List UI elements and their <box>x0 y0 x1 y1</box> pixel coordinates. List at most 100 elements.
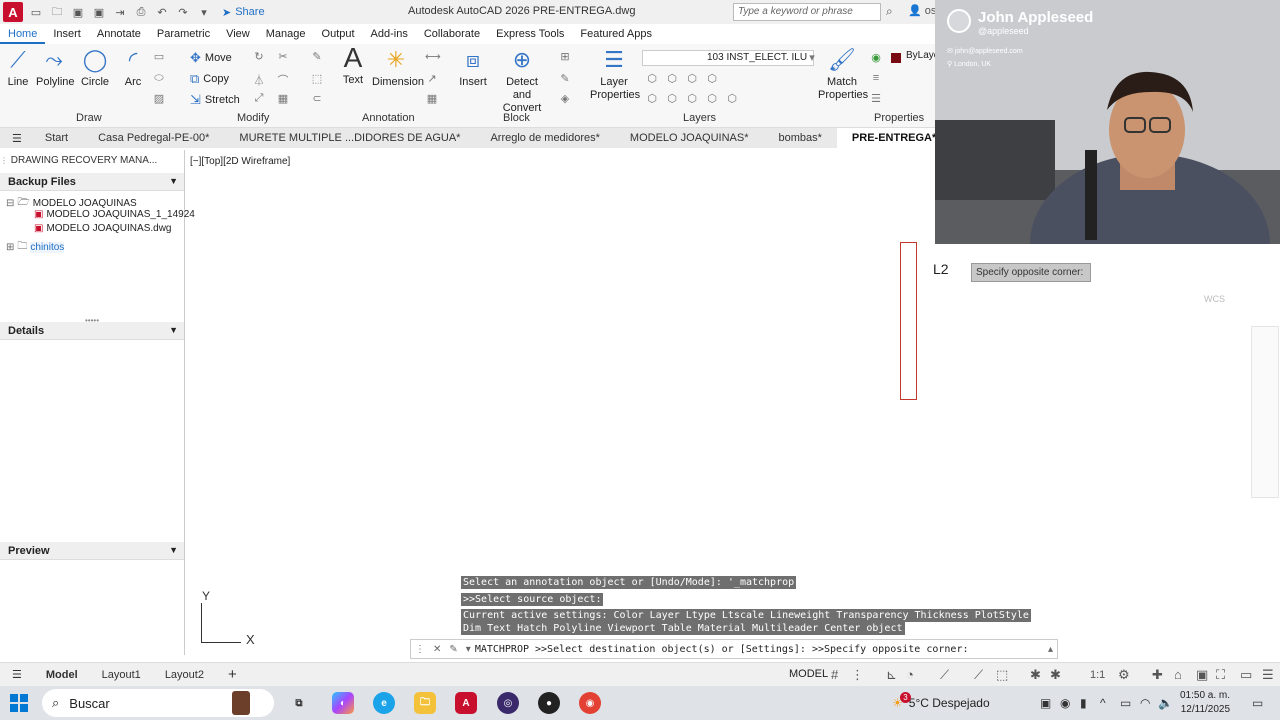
new-file-icon[interactable]: ▭ <box>28 5 44 19</box>
file-explorer-icon[interactable]: 🗀 <box>414 692 436 714</box>
tray-app-icon[interactable]: ▣ <box>1040 696 1051 710</box>
tab-add-ins[interactable]: Add-ins <box>363 26 416 44</box>
explode-icon[interactable]: ⬚ <box>310 72 324 86</box>
ortho-icon[interactable]: ⊾ <box>886 667 897 683</box>
annotation-group-label[interactable]: Annotation <box>362 112 415 124</box>
linear-dim-icon[interactable]: ⟷ <box>425 50 441 64</box>
fullscreen-icon[interactable]: ▭ <box>1240 667 1252 683</box>
offset-icon[interactable]: ⊂ <box>310 92 324 106</box>
ellipse-icon[interactable]: ⬭ <box>152 72 166 86</box>
add-icon[interactable]: ✚ <box>1152 667 1163 683</box>
windows-start-icon[interactable] <box>10 694 28 712</box>
polyline-tool[interactable]: ⤳ Polyline <box>36 48 75 89</box>
block-group-label[interactable]: Block <box>503 112 530 124</box>
tray-app-icon[interactable]: ▮ <box>1080 696 1087 710</box>
tab-collaborate[interactable]: Collaborate <box>416 26 488 44</box>
rotate-icon[interactable]: ↻ <box>252 50 266 64</box>
scale-icon[interactable]: ⤢ <box>252 92 266 106</box>
tab-insert[interactable]: Insert <box>45 26 89 44</box>
object-snap-tracking-icon[interactable]: ⟋ <box>974 667 983 683</box>
detect-convert-tool[interactable]: ⊕ Detect and Convert <box>496 48 548 115</box>
layer-tool-3-icon[interactable]: ⬡ <box>685 72 699 86</box>
isolate-objects-icon[interactable]: ⌂ <box>1174 667 1182 682</box>
tab-layout1[interactable]: Layout1 <box>90 669 153 681</box>
model-space-button[interactable]: MODEL <box>789 668 828 680</box>
tab-murete-multiple[interactable]: MURETE MULTIPLE ...DIDORES DE AGUA* <box>224 132 475 144</box>
save-as-icon[interactable]: ▣ <box>91 5 107 19</box>
snap-icon[interactable]: ⋮ <box>851 667 864 683</box>
command-grip-icon[interactable]: ⋮ <box>411 644 429 655</box>
battery-icon[interactable]: ▭ <box>1120 696 1131 710</box>
fillet-icon[interactable]: ⌒ <box>276 72 290 87</box>
layers-group-label[interactable]: Layers <box>683 112 716 124</box>
autocad-taskbar-icon[interactable]: A <box>455 692 477 714</box>
annotation-visibility-icon[interactable]: ✱ <box>1030 667 1041 683</box>
open-file-icon[interactable]: 🗀 <box>49 5 65 19</box>
copilot-icon[interactable]: ◐ <box>332 692 354 714</box>
command-prompt[interactable]: MATCHPROP >>Select destination object(s)… <box>475 644 969 655</box>
history-toggle-icon[interactable]: ▴ <box>1044 644 1057 655</box>
autocad-logo-icon[interactable]: A <box>3 2 23 22</box>
chrome-icon[interactable]: ◉ <box>579 692 601 714</box>
layer-tool-2-icon[interactable]: ⬡ <box>665 72 679 86</box>
annotation-scale[interactable]: 1:1 <box>1090 669 1105 681</box>
task-view-icon[interactable]: ⧉ <box>288 692 310 714</box>
auto-scale-icon[interactable]: ✱ <box>1050 667 1061 683</box>
tab-layout2[interactable]: Layout2 <box>153 669 216 681</box>
arc-tool[interactable]: ◜ Arc <box>122 48 144 89</box>
share-button[interactable]: ➤ Share <box>222 6 265 19</box>
object-snap-icon[interactable]: ⬚ <box>996 667 1008 683</box>
layer-dropdown-chevron-icon[interactable]: ▾ <box>805 51 819 65</box>
tree-item-dwg-file[interactable]: ▣ MODELO JOAQUINAS.dwg <box>34 223 171 234</box>
expand-icon[interactable]: ⊞ <box>6 242 14 253</box>
notifications-icon[interactable]: ▭ <box>1252 696 1263 710</box>
chevron-down-icon[interactable]: ▼ <box>169 325 178 335</box>
tab-view[interactable]: View <box>218 26 258 44</box>
clean-screen-icon[interactable]: ⛶ <box>1216 667 1225 683</box>
settings-gear-icon[interactable]: ⚙ <box>1118 667 1130 683</box>
drawing-text-l2[interactable]: L2 <box>933 261 949 277</box>
polar-icon[interactable]: ◔ <box>906 667 914 682</box>
search-input[interactable]: Type a keyword or phrase <box>733 3 881 21</box>
taskbar-search[interactable]: ⌕ Buscar <box>42 689 274 717</box>
command-line[interactable]: ⋮ ✕ ✎ ▾ MATCHPROP >>Select destination o… <box>410 639 1058 659</box>
close-icon[interactable]: ✕ <box>429 644 445 655</box>
layer-tool-9-icon[interactable]: ⬡ <box>725 92 739 106</box>
redo-icon[interactable]: ↷ <box>175 5 191 19</box>
linetype-icon[interactable]: ☰ <box>869 92 883 106</box>
layer-tool-7-icon[interactable]: ⬡ <box>685 92 699 106</box>
mirror-icon[interactable]: ⏃ <box>252 72 266 87</box>
layer-tool-5-icon[interactable]: ⬡ <box>645 92 659 106</box>
tab-arreglo-medidores[interactable]: Arreglo de medidores* <box>475 132 614 144</box>
hardware-accel-icon[interactable]: ▣ <box>1196 667 1208 683</box>
volume-icon[interactable]: 🔈 <box>1158 696 1173 710</box>
system-clock[interactable]: 01:50 a. m. 12/11/2025 <box>1180 689 1230 717</box>
circle-tool[interactable]: ◯ Circle <box>80 48 110 89</box>
draw-group-label[interactable]: Draw <box>76 112 102 124</box>
tab-manage[interactable]: Manage <box>258 26 314 44</box>
recent-commands-icon[interactable]: ▾ <box>462 644 475 655</box>
layer-tool-6-icon[interactable]: ⬡ <box>665 92 679 106</box>
wifi-icon[interactable]: ◠ <box>1140 696 1150 710</box>
save-icon[interactable]: ▣ <box>70 5 86 19</box>
tab-casa-pedregal[interactable]: Casa Pedregal-PE-00* <box>83 132 224 144</box>
create-block-icon[interactable]: ⊞ <box>558 50 572 64</box>
chevron-down-icon[interactable]: ▼ <box>169 176 178 186</box>
viewcube-wcs-label[interactable]: WCS <box>1204 294 1225 304</box>
tray-overflow-icon[interactable]: ^ <box>1100 696 1106 710</box>
open-web-icon[interactable]: ⇥ <box>112 5 128 19</box>
navigation-bar[interactable] <box>1251 326 1279 498</box>
tab-parametric[interactable]: Parametric <box>149 26 218 44</box>
layout-menu-icon[interactable]: ☰ <box>0 668 34 681</box>
add-layout-icon[interactable]: + <box>216 666 249 683</box>
grid-icon[interactable]: # <box>831 667 838 682</box>
modify-group-label[interactable]: Modify <box>237 112 269 124</box>
attribute-icon[interactable]: ◈ <box>558 92 572 106</box>
color-wheel-icon[interactable]: ◉ <box>869 51 883 65</box>
details-header[interactable]: Details ▼ <box>0 322 184 340</box>
isodraft-icon[interactable]: ⟋ <box>940 667 949 683</box>
edit-block-icon[interactable]: ✎ <box>558 72 572 86</box>
leader-icon[interactable]: ↗ <box>425 72 439 86</box>
edge-browser-icon[interactable]: e <box>373 692 395 714</box>
tab-modelo-joaquinas[interactable]: MODELO JOAQUINAS* <box>615 132 764 144</box>
